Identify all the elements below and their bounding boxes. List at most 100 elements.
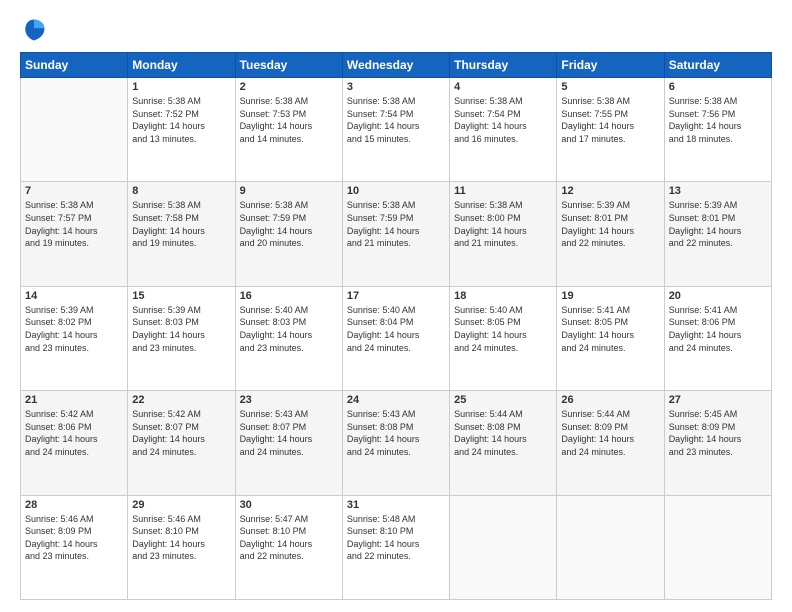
week-row-4: 21 Sunrise: 5:42 AM Sunset: 8:06 PM Dayli… (21, 391, 772, 495)
day-number: 7 (25, 185, 123, 197)
day-info: Sunrise: 5:47 AM Sunset: 8:10 PM Dayligh… (240, 513, 338, 563)
day-number: 26 (561, 394, 659, 406)
day-number: 13 (669, 185, 767, 197)
day-info: Sunrise: 5:39 AM Sunset: 8:01 PM Dayligh… (561, 199, 659, 249)
page: SundayMondayTuesdayWednesdayThursdayFrid… (0, 0, 792, 612)
day-info: Sunrise: 5:40 AM Sunset: 8:03 PM Dayligh… (240, 304, 338, 354)
day-info: Sunrise: 5:38 AM Sunset: 7:54 PM Dayligh… (454, 95, 552, 145)
week-row-1: 1 Sunrise: 5:38 AM Sunset: 7:52 PM Daylig… (21, 78, 772, 182)
day-number: 2 (240, 81, 338, 93)
calendar-cell: 11Sunrise: 5:38 AM Sunset: 8:00 PM Dayli… (450, 182, 557, 286)
day-number: 18 (454, 290, 552, 302)
calendar-cell: 1 Sunrise: 5:38 AM Sunset: 7:52 PM Daylig… (128, 78, 235, 182)
calendar-table: SundayMondayTuesdayWednesdayThursdayFrid… (20, 52, 772, 600)
calendar-cell: 15 Sunrise: 5:39 AM Sunset: 8:03 PM Dayli… (128, 286, 235, 390)
day-info: Sunrise: 5:44 AM Sunset: 8:09 PM Dayligh… (561, 408, 659, 458)
week-row-5: 28Sunrise: 5:46 AM Sunset: 8:09 PM Dayli… (21, 495, 772, 599)
day-number: 28 (25, 499, 123, 511)
day-number: 10 (347, 185, 445, 197)
calendar-cell: 3 Sunrise: 5:38 AM Sunset: 7:54 PM Daylig… (342, 78, 449, 182)
calendar-cell: 24Sunrise: 5:43 AM Sunset: 8:08 PM Dayli… (342, 391, 449, 495)
day-number: 5 (561, 81, 659, 93)
calendar-cell: 7 Sunrise: 5:38 AM Sunset: 7:57 PM Daylig… (21, 182, 128, 286)
weekday-header-saturday: Saturday (664, 53, 771, 78)
day-info: Sunrise: 5:38 AM Sunset: 7:59 PM Dayligh… (347, 199, 445, 249)
calendar-cell: 9 Sunrise: 5:38 AM Sunset: 7:59 PM Daylig… (235, 182, 342, 286)
day-number: 3 (347, 81, 445, 93)
calendar-cell: 12 Sunrise: 5:39 AM Sunset: 8:01 PM Dayli… (557, 182, 664, 286)
day-info: Sunrise: 5:48 AM Sunset: 8:10 PM Dayligh… (347, 513, 445, 563)
calendar-cell: 30 Sunrise: 5:47 AM Sunset: 8:10 PM Dayli… (235, 495, 342, 599)
day-info: Sunrise: 5:42 AM Sunset: 8:06 PM Dayligh… (25, 408, 123, 458)
calendar-cell: 6 Sunrise: 5:38 AM Sunset: 7:56 PM Daylig… (664, 78, 771, 182)
calendar-cell: 23 Sunrise: 5:43 AM Sunset: 8:07 PM Dayli… (235, 391, 342, 495)
day-number: 24 (347, 394, 445, 406)
day-number: 22 (132, 394, 230, 406)
day-number: 12 (561, 185, 659, 197)
calendar-cell: 13 Sunrise: 5:39 AM Sunset: 8:01 PM Dayli… (664, 182, 771, 286)
day-info: Sunrise: 5:39 AM Sunset: 8:01 PM Dayligh… (669, 199, 767, 249)
day-info: Sunrise: 5:38 AM Sunset: 7:53 PM Dayligh… (240, 95, 338, 145)
calendar-cell: 27 Sunrise: 5:45 AM Sunset: 8:09 PM Dayli… (664, 391, 771, 495)
day-info: Sunrise: 5:38 AM Sunset: 7:56 PM Dayligh… (669, 95, 767, 145)
weekday-header-friday: Friday (557, 53, 664, 78)
day-info: Sunrise: 5:38 AM Sunset: 7:59 PM Dayligh… (240, 199, 338, 249)
calendar-cell: 14Sunrise: 5:39 AM Sunset: 8:02 PM Dayli… (21, 286, 128, 390)
day-number: 27 (669, 394, 767, 406)
calendar-cell: 5 Sunrise: 5:38 AM Sunset: 7:55 PM Daylig… (557, 78, 664, 182)
day-number: 30 (240, 499, 338, 511)
calendar-cell: 17 Sunrise: 5:40 AM Sunset: 8:04 PM Dayli… (342, 286, 449, 390)
day-number: 17 (347, 290, 445, 302)
calendar-cell: 21 Sunrise: 5:42 AM Sunset: 8:06 PM Dayli… (21, 391, 128, 495)
calendar-cell: 29 Sunrise: 5:46 AM Sunset: 8:10 PM Dayli… (128, 495, 235, 599)
weekday-header-thursday: Thursday (450, 53, 557, 78)
weekday-header-monday: Monday (128, 53, 235, 78)
header (20, 16, 772, 44)
calendar-cell: 2 Sunrise: 5:38 AM Sunset: 7:53 PM Daylig… (235, 78, 342, 182)
day-info: Sunrise: 5:43 AM Sunset: 8:07 PM Dayligh… (240, 408, 338, 458)
day-info: Sunrise: 5:44 AM Sunset: 8:08 PM Dayligh… (454, 408, 552, 458)
week-row-2: 7 Sunrise: 5:38 AM Sunset: 7:57 PM Daylig… (21, 182, 772, 286)
logo (20, 16, 52, 44)
calendar-cell: 4Sunrise: 5:38 AM Sunset: 7:54 PM Daylig… (450, 78, 557, 182)
day-number: 20 (669, 290, 767, 302)
day-info: Sunrise: 5:38 AM Sunset: 7:58 PM Dayligh… (132, 199, 230, 249)
day-number: 31 (347, 499, 445, 511)
day-info: Sunrise: 5:38 AM Sunset: 7:55 PM Dayligh… (561, 95, 659, 145)
calendar-cell: 19Sunrise: 5:41 AM Sunset: 8:05 PM Dayli… (557, 286, 664, 390)
calendar-cell: 8Sunrise: 5:38 AM Sunset: 7:58 PM Daylig… (128, 182, 235, 286)
day-info: Sunrise: 5:41 AM Sunset: 8:06 PM Dayligh… (669, 304, 767, 354)
day-info: Sunrise: 5:38 AM Sunset: 7:54 PM Dayligh… (347, 95, 445, 145)
day-info: Sunrise: 5:40 AM Sunset: 8:04 PM Dayligh… (347, 304, 445, 354)
calendar-cell: 31 Sunrise: 5:48 AM Sunset: 8:10 PM Dayli… (342, 495, 449, 599)
day-number: 15 (132, 290, 230, 302)
calendar-cell: 10 Sunrise: 5:38 AM Sunset: 7:59 PM Dayli… (342, 182, 449, 286)
day-number: 1 (132, 81, 230, 93)
weekday-header-row: SundayMondayTuesdayWednesdayThursdayFrid… (21, 53, 772, 78)
day-info: Sunrise: 5:38 AM Sunset: 7:57 PM Dayligh… (25, 199, 123, 249)
day-info: Sunrise: 5:38 AM Sunset: 7:52 PM Dayligh… (132, 95, 230, 145)
weekday-header-tuesday: Tuesday (235, 53, 342, 78)
day-number: 6 (669, 81, 767, 93)
day-info: Sunrise: 5:38 AM Sunset: 8:00 PM Dayligh… (454, 199, 552, 249)
day-number: 25 (454, 394, 552, 406)
calendar-cell (664, 495, 771, 599)
day-info: Sunrise: 5:42 AM Sunset: 8:07 PM Dayligh… (132, 408, 230, 458)
day-info: Sunrise: 5:39 AM Sunset: 8:02 PM Dayligh… (25, 304, 123, 354)
weekday-header-wednesday: Wednesday (342, 53, 449, 78)
day-number: 9 (240, 185, 338, 197)
weekday-header-sunday: Sunday (21, 53, 128, 78)
calendar-cell: 28Sunrise: 5:46 AM Sunset: 8:09 PM Dayli… (21, 495, 128, 599)
day-info: Sunrise: 5:39 AM Sunset: 8:03 PM Dayligh… (132, 304, 230, 354)
logo-icon (20, 16, 48, 44)
day-number: 23 (240, 394, 338, 406)
day-number: 21 (25, 394, 123, 406)
calendar-cell (450, 495, 557, 599)
day-number: 29 (132, 499, 230, 511)
calendar-cell (21, 78, 128, 182)
day-info: Sunrise: 5:45 AM Sunset: 8:09 PM Dayligh… (669, 408, 767, 458)
day-info: Sunrise: 5:46 AM Sunset: 8:10 PM Dayligh… (132, 513, 230, 563)
calendar-cell: 18Sunrise: 5:40 AM Sunset: 8:05 PM Dayli… (450, 286, 557, 390)
calendar-cell: 22 Sunrise: 5:42 AM Sunset: 8:07 PM Dayli… (128, 391, 235, 495)
week-row-3: 14Sunrise: 5:39 AM Sunset: 8:02 PM Dayli… (21, 286, 772, 390)
